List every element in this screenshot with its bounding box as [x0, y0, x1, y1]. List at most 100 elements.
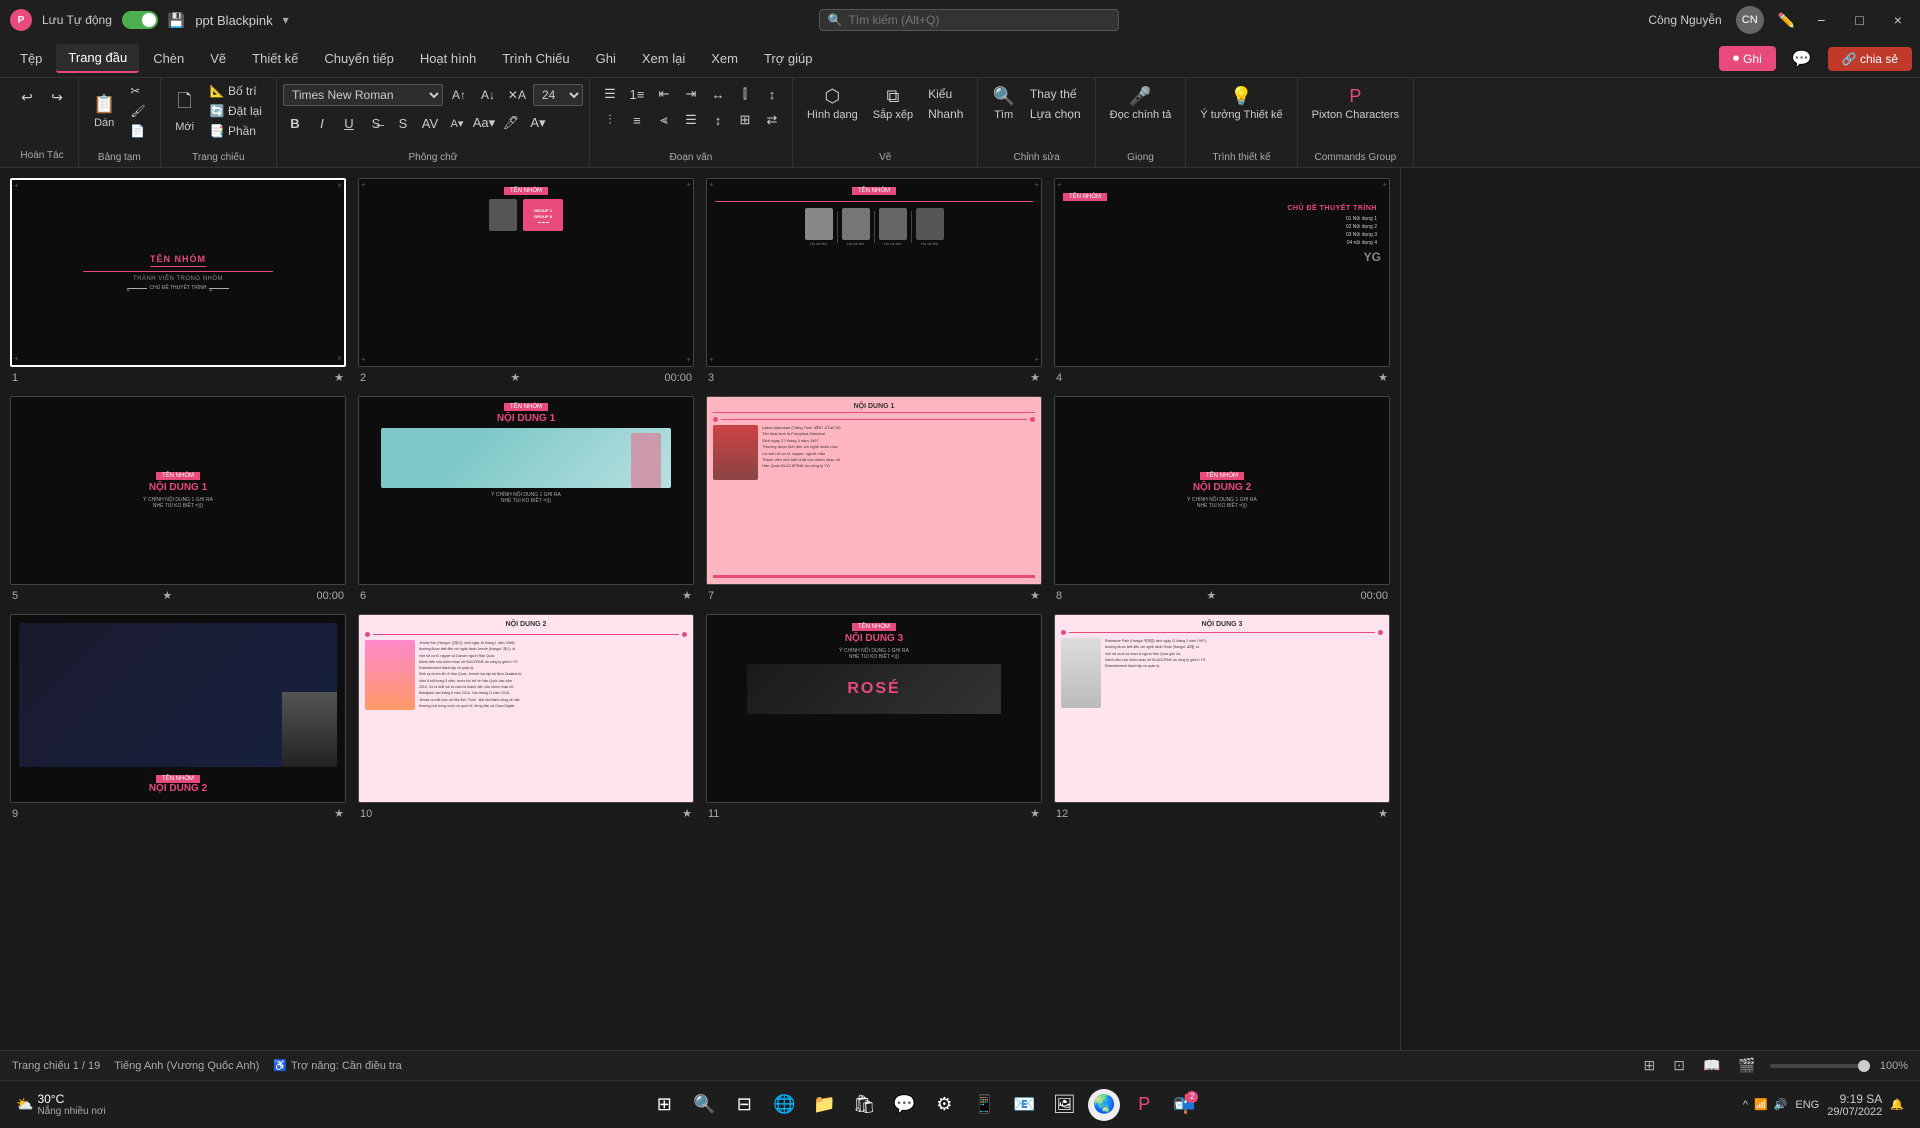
smart-art-button[interactable]: ⊞: [733, 108, 757, 132]
comment-button[interactable]: 💬: [1784, 45, 1820, 73]
slide-2[interactable]: + + + + TÊN NHÓM GROUP 1 GROUP 5: [358, 178, 694, 367]
slide-12[interactable]: NỘI DUNG 3 Roseanne Park (Hangul: 박채영; s…: [1054, 614, 1390, 803]
slide-8[interactable]: TÊN NHÓM NỘI DUNG 2 Ý CHÍNH NỘI DUNG 1 G…: [1054, 396, 1390, 585]
chrome-icon[interactable]: 🌏: [1088, 1089, 1120, 1121]
menu-home[interactable]: Trang đầu: [56, 44, 139, 73]
strikethrough-button[interactable]: S̶: [364, 111, 388, 135]
lang-indicator[interactable]: ENG: [1795, 1099, 1819, 1111]
network-icon[interactable]: 📶: [1754, 1098, 1768, 1111]
shape-button[interactable]: ⬡ Hình dạng: [801, 82, 864, 125]
mail-icon[interactable]: 📧: [1008, 1089, 1040, 1121]
reset-button[interactable]: 🔄 Đặt lại: [204, 102, 268, 120]
char-spacing-button[interactable]: AV: [418, 111, 442, 135]
clipboard-small-button[interactable]: 📄: [124, 122, 151, 140]
teams-icon[interactable]: 💬: [888, 1089, 920, 1121]
slide-9[interactable]: TÊN NHÓM NỘI DUNG 2: [10, 614, 346, 803]
edge-icon[interactable]: 🌐: [768, 1089, 800, 1121]
phone-icon[interactable]: 📱: [968, 1089, 1000, 1121]
edit-icon[interactable]: ✏️: [1778, 12, 1795, 29]
bold-button[interactable]: B: [283, 111, 307, 135]
share-button[interactable]: 🔗 chia sẻ: [1828, 47, 1912, 71]
rtl-button[interactable]: ↔: [706, 82, 730, 106]
select-button[interactable]: Lựa chọn: [1024, 105, 1087, 123]
underline-button[interactable]: U: [337, 111, 361, 135]
taskbar-clock[interactable]: 9:19 SA 29/07/2022: [1827, 1092, 1882, 1118]
zoom-percent[interactable]: 100%: [1880, 1060, 1908, 1072]
slide-sorter-button[interactable]: ⊡: [1669, 1055, 1689, 1076]
paste-button[interactable]: 📋 Dán: [87, 90, 121, 133]
powerpoint-taskbar-icon[interactable]: P: [1128, 1089, 1160, 1121]
presenter-view-button[interactable]: 🎬: [1734, 1055, 1759, 1076]
slide-10[interactable]: NỘI DUNG 2 Jennie Kim (Hangul: 김제니); sin…: [358, 614, 694, 803]
restore-button[interactable]: □: [1847, 10, 1871, 30]
dictate-button[interactable]: 🎤 Đọc chính tả: [1104, 82, 1178, 125]
italic-button[interactable]: I: [310, 111, 334, 135]
indent-more-button[interactable]: ⇥: [679, 82, 703, 106]
menu-help[interactable]: Trợ giúp: [752, 45, 825, 72]
zoom-slider[interactable]: [1770, 1064, 1870, 1068]
menu-design[interactable]: Thiết kế: [240, 45, 310, 72]
slide-4[interactable]: + + TÊN NHÓM CHỦ ĐỀ THUYẾT TRÌNH 01 Nội …: [1054, 178, 1390, 367]
align-center-button[interactable]: ≡: [625, 108, 649, 132]
shadow-button[interactable]: S: [391, 111, 415, 135]
font-shrink-button[interactable]: A↓: [475, 82, 501, 108]
valign-button[interactable]: ↕: [706, 108, 730, 132]
language-info[interactable]: Tiếng Anh (Vương Quốc Anh): [114, 1060, 259, 1072]
menu-view[interactable]: Xem: [699, 45, 750, 72]
start-button[interactable]: ⊞: [648, 1089, 680, 1121]
numbering-button[interactable]: 1≡: [625, 82, 649, 106]
font-color-button[interactable]: A▾: [445, 111, 469, 135]
undo-button[interactable]: ↩: [14, 84, 40, 110]
photos-icon[interactable]: 🖼: [1048, 1089, 1080, 1121]
redo-button[interactable]: ↪: [44, 84, 70, 110]
font-size-select[interactable]: 24: [533, 84, 583, 106]
clear-format-button[interactable]: ✕A: [504, 82, 530, 108]
taskview-button[interactable]: ⊟: [728, 1089, 760, 1121]
format-painter-button[interactable]: 🖌: [124, 102, 151, 120]
tray-chevron[interactable]: ^: [1743, 1099, 1748, 1111]
menu-transitions[interactable]: Chuyển tiếp: [312, 45, 405, 72]
normal-view-button[interactable]: ⊞: [1640, 1055, 1660, 1076]
text-dir-button[interactable]: ⇄: [760, 108, 784, 132]
pixton-button[interactable]: P Pixton Characters: [1306, 82, 1405, 125]
file-name-chevron[interactable]: ▾: [283, 13, 289, 27]
notification-badge[interactable]: 📬 2: [1168, 1089, 1200, 1121]
section-button[interactable]: 📑 Phần: [204, 122, 268, 140]
slide-5[interactable]: TÊN NHÓM NỘI DUNG 1 Ý CHÍNH NỘI DUNG 1 G…: [10, 396, 346, 585]
volume-icon[interactable]: 🔊: [1774, 1098, 1788, 1111]
settings-icon[interactable]: ⚙: [928, 1089, 960, 1121]
reading-view-button[interactable]: 📖: [1699, 1055, 1724, 1076]
bullets-button[interactable]: ☰: [598, 82, 622, 106]
align-left-button[interactable]: ⫶: [598, 108, 622, 132]
notification-center-icon[interactable]: 🔔: [1890, 1098, 1904, 1111]
columns-button[interactable]: ⫿: [733, 82, 757, 106]
font-color2-button[interactable]: A▾: [526, 111, 550, 135]
find-button[interactable]: 🔍 Tìm: [986, 82, 1020, 125]
menu-animations[interactable]: Hoạt hình: [408, 45, 488, 72]
new-slide-button[interactable]: 🗋 Mới: [169, 85, 201, 137]
justify-button[interactable]: ☰: [679, 108, 703, 132]
record-button[interactable]: ⏺ Ghi: [1719, 46, 1776, 71]
autosave-toggle[interactable]: [122, 11, 158, 29]
menu-slideshow[interactable]: Trình Chiếu: [490, 45, 581, 72]
search-bar[interactable]: 🔍: [819, 9, 1119, 31]
slide-11[interactable]: TÊN NHÓM NỘI DUNG 3 Ý CHÍNH NỘI DUNG 1 G…: [706, 614, 1042, 803]
indent-less-button[interactable]: ⇤: [652, 82, 676, 106]
search-taskbar-button[interactable]: 🔍: [688, 1089, 720, 1121]
menu-insert[interactable]: Chèn: [141, 45, 196, 72]
ideas-button[interactable]: 💡 Ý tưởng Thiết kế: [1194, 82, 1288, 125]
copy-button[interactable]: ✂: [124, 82, 151, 100]
minimize-button[interactable]: −: [1809, 10, 1833, 30]
slide-3[interactable]: + + + + TÊN NHÓM Họ và tên H: [706, 178, 1042, 367]
menu-record[interactable]: Ghi: [584, 45, 628, 72]
arrange-button[interactable]: ⧉ Sắp xếp: [867, 82, 919, 125]
slide-6[interactable]: TÊN NHÓM NỘI DUNG 1 Ý CHÍNH NỘI DUNG 1 G…: [358, 396, 694, 585]
align-right-button[interactable]: ⫷: [652, 108, 676, 132]
save-icon[interactable]: 💾: [168, 12, 185, 29]
style-button[interactable]: Kiểu: [922, 85, 969, 103]
slide-7[interactable]: NỘI DUNG 1 Lalisa Manoban (Tiếng Thái: ล…: [706, 396, 1042, 585]
font-name-select[interactable]: Times New Roman: [283, 84, 443, 106]
text-case-button[interactable]: Aa▾: [472, 111, 496, 135]
menu-review[interactable]: Xem lại: [630, 45, 697, 72]
replace-button[interactable]: Thay thế: [1024, 85, 1087, 103]
